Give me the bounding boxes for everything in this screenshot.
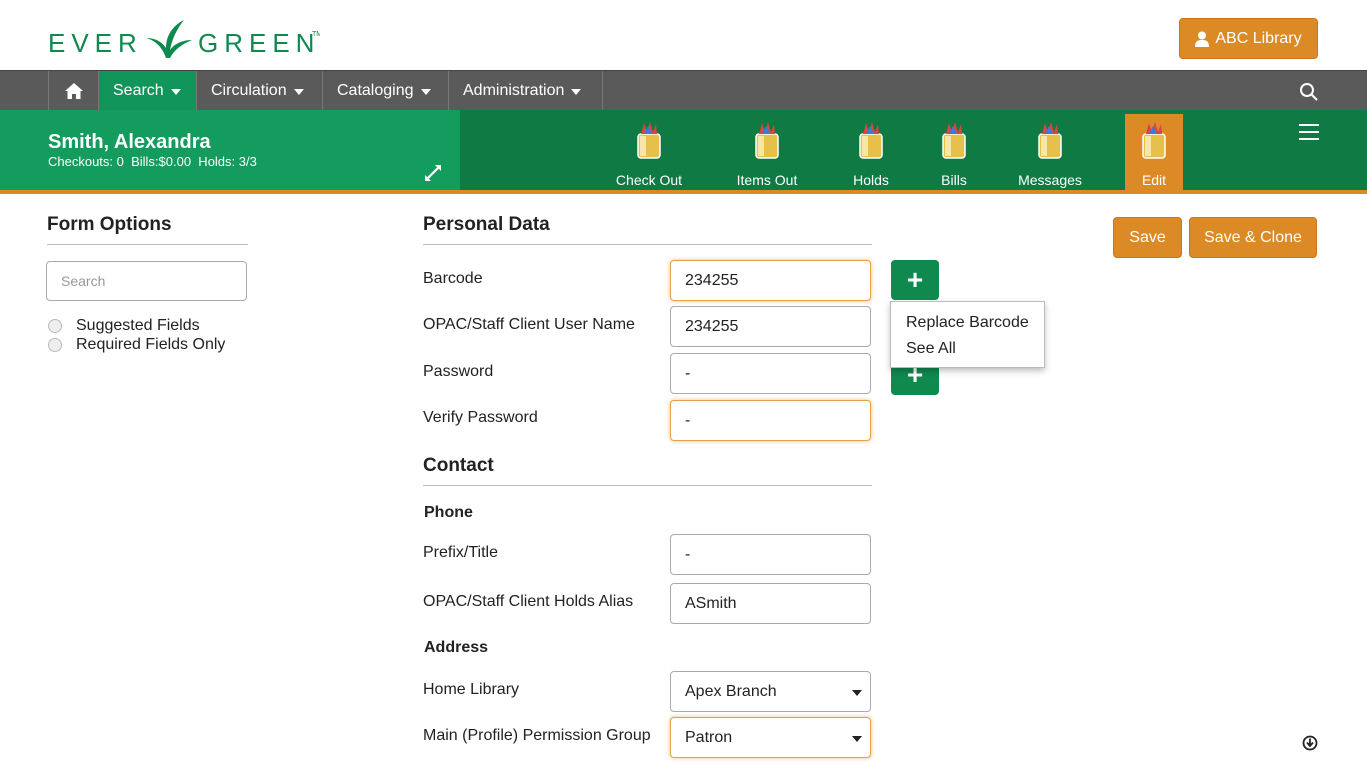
suggested-fields-radio[interactable] — [48, 319, 62, 333]
tab-messages-label: Messages — [1018, 172, 1082, 188]
holds-alias-label: OPAC/Staff Client Holds Alias — [423, 593, 634, 610]
divider — [423, 244, 872, 245]
prefix-label: Prefix/Title — [423, 544, 498, 561]
nav-circulation[interactable]: Circulation — [196, 71, 322, 111]
suggested-fields-option[interactable]: Suggested Fields — [48, 317, 200, 335]
home-icon — [64, 83, 83, 99]
address-subtitle: Address — [424, 639, 489, 656]
prefix-value: - — [685, 545, 691, 563]
patron-stats: Checkouts: 0 Bills:$0.00 Holds: 3/3 — [48, 154, 257, 169]
verify-password-label: Verify Password — [423, 409, 538, 426]
chevron-down-icon — [852, 690, 862, 696]
verify-password-input[interactable]: - — [670, 400, 871, 441]
jar-icon — [1038, 122, 1062, 159]
save-and-clone-button[interactable]: Save & Clone — [1189, 217, 1317, 258]
home-library-value: Apex Branch — [685, 682, 777, 700]
tab-items-out-label: Items Out — [736, 172, 798, 188]
holds-alias-input[interactable]: ASmith — [670, 583, 871, 624]
top-bar: EVER GREEN TM ABC Library — [0, 0, 1367, 70]
nav-administration-label: Administration — [463, 82, 565, 99]
nav-cataloging-label: Cataloging — [337, 82, 414, 99]
password-value: - — [685, 364, 691, 382]
tab-messages[interactable]: Messages — [1007, 114, 1093, 190]
required-fields-radio[interactable] — [48, 338, 62, 352]
jar-icon — [755, 122, 779, 159]
see-all-menu-item[interactable]: See All — [891, 338, 1044, 364]
search-icon[interactable] — [1298, 81, 1320, 103]
phone-subtitle: Phone — [424, 504, 473, 521]
username-value: 234255 — [685, 317, 739, 335]
chevron-down-icon — [170, 89, 181, 95]
jar-icon — [942, 122, 966, 159]
jar-icon — [1142, 122, 1166, 159]
main-navbar: Search Circulation Cataloging Administra… — [0, 70, 1367, 111]
nav-home[interactable] — [48, 71, 98, 111]
barcode-input[interactable]: 234255 — [670, 260, 871, 301]
nav-administration[interactable]: Administration — [448, 71, 603, 111]
chevron-down-icon — [293, 89, 304, 95]
barcode-add-button[interactable]: + — [891, 260, 939, 300]
nav-cataloging[interactable]: Cataloging — [322, 71, 448, 111]
permission-group-select[interactable]: Patron — [670, 717, 871, 758]
required-fields-label: Required Fields Only — [76, 336, 226, 353]
personal-data-title: Personal Data — [423, 214, 550, 235]
verify-password-value: - — [685, 411, 691, 429]
contact-title: Contact — [423, 455, 494, 476]
password-label: Password — [423, 363, 494, 380]
tab-edit-label: Edit — [1141, 172, 1167, 188]
username-label: OPAC/Staff Client User Name — [423, 316, 635, 333]
divider — [423, 485, 872, 486]
nav-circulation-label: Circulation — [211, 82, 287, 99]
tab-bills[interactable]: Bills — [911, 114, 997, 190]
patron-name: Smith, Alexandra — [48, 131, 211, 153]
chevron-down-icon — [852, 736, 862, 742]
tab-holds[interactable]: Holds — [828, 114, 914, 190]
jar-icon — [637, 122, 661, 159]
barcode-value: 234255 — [685, 271, 739, 289]
svg-text:GREEN: GREEN — [198, 28, 320, 58]
permission-group-label: Main (Profile) Permission Group — [423, 727, 651, 744]
chevron-down-icon — [420, 89, 431, 95]
evergreen-logo-icon: EVER GREEN TM — [48, 20, 320, 58]
nav-search[interactable]: Search — [98, 71, 196, 111]
replace-barcode-menu-item[interactable]: Replace Barcode — [891, 312, 1044, 338]
barcode-actions-menu: Replace Barcode See All — [890, 301, 1045, 368]
expand-icon[interactable] — [424, 164, 442, 182]
patron-summary: Smith, Alexandra Checkouts: 0 Bills:$0.0… — [0, 110, 460, 190]
evergreen-logo[interactable]: EVER GREEN TM — [48, 14, 320, 62]
hamburger-menu-icon[interactable] — [1299, 124, 1319, 140]
suggested-fields-label: Suggested Fields — [76, 317, 200, 334]
chevron-down-icon — [571, 89, 582, 95]
username-input[interactable]: 234255 — [670, 306, 871, 347]
tab-check-out[interactable]: Check Out — [606, 114, 692, 190]
tab-bills-label: Bills — [941, 172, 967, 188]
required-fields-option[interactable]: Required Fields Only — [48, 336, 225, 354]
prefix-input[interactable]: - — [670, 534, 871, 575]
save-button[interactable]: Save — [1113, 217, 1182, 258]
library-button-label: ABC Library — [1215, 29, 1302, 47]
password-input[interactable]: - — [670, 353, 871, 394]
library-button[interactable]: ABC Library — [1179, 18, 1318, 59]
permission-group-value: Patron — [685, 728, 733, 746]
svg-text:TM: TM — [312, 31, 320, 38]
tab-holds-label: Holds — [853, 172, 889, 188]
barcode-label: Barcode — [423, 270, 483, 287]
tab-edit[interactable]: Edit — [1125, 114, 1183, 190]
svg-text:EVER: EVER — [48, 28, 143, 58]
nav-search-label: Search — [113, 82, 164, 99]
tab-items-out[interactable]: Items Out — [724, 114, 810, 190]
home-library-label: Home Library — [423, 681, 520, 698]
patron-bar: Smith, Alexandra Checkouts: 0 Bills:$0.0… — [0, 110, 1367, 194]
plus-icon: + — [906, 264, 924, 295]
jar-icon — [859, 122, 883, 159]
user-icon — [1195, 31, 1210, 47]
scroll-down-icon[interactable] — [1302, 735, 1318, 751]
tab-check-out-label: Check Out — [615, 172, 683, 188]
holds-alias-value: ASmith — [685, 594, 737, 612]
form-options-search-input[interactable] — [46, 261, 247, 301]
home-library-select[interactable]: Apex Branch — [670, 671, 871, 712]
divider — [47, 244, 248, 245]
form-options-title: Form Options — [47, 214, 172, 235]
